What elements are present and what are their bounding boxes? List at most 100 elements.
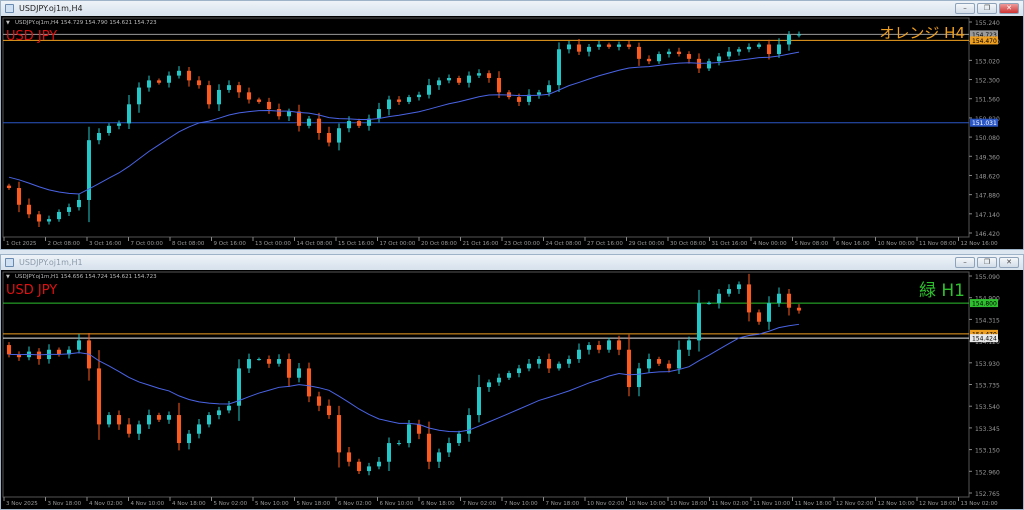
candle-bullish (447, 443, 451, 453)
time-tick-label: 5 Nov 10:00 (255, 501, 289, 507)
candle-bullish (117, 123, 121, 126)
price-tick-label: 147.880 (975, 193, 1000, 200)
time-tick-label: 4 Nov 02:00 (89, 501, 123, 507)
price-tick-label: 150.080 (975, 135, 1000, 142)
candle-bullish (557, 49, 561, 86)
time-tick-label: 13 Oct 00:00 (255, 241, 291, 247)
moving-average-line (8, 323, 800, 433)
price-tick-label: 153.345 (975, 426, 1000, 433)
chart-info: USDJPY.oj1m,H1 154.656 154.724 154.621 1… (15, 274, 157, 280)
window-titlebar[interactable]: USDJPY.oj1m,H1 – ❐ ✕ (1, 255, 1023, 270)
candle-bearish (287, 359, 291, 378)
candle-bullish (347, 121, 351, 129)
candle-bullish (307, 118, 311, 126)
candle-bearish (747, 284, 751, 313)
candle-bullish (167, 75, 171, 83)
candle-bullish (377, 461, 381, 467)
candle-bullish (217, 89, 221, 105)
symbol-label: USD JPY (6, 29, 57, 44)
candle-bearish (327, 405, 331, 416)
close-button[interactable]: ✕ (999, 257, 1019, 268)
close-button[interactable]: ✕ (999, 3, 1019, 14)
time-tick-label: 21 Oct 16:00 (463, 241, 499, 247)
candle-bearish (117, 415, 121, 425)
price-chart[interactable]: 155.240153.760153.020152.300151.560150.8… (1, 16, 1023, 249)
candle-bearish (517, 97, 521, 102)
chart-window-icon (5, 258, 14, 267)
candle-bullish (57, 211, 61, 220)
price-level-label: 154.470 (972, 38, 997, 45)
candle-bullish (607, 340, 611, 350)
time-tick-label: 7 Oct 00:00 (131, 241, 164, 247)
candle-bullish (537, 92, 541, 95)
candle-bullish (387, 99, 391, 110)
minimize-button[interactable]: – (955, 3, 975, 14)
collapse-arrow-icon: ▼ (6, 274, 10, 280)
restore-button[interactable]: ❐ (977, 257, 997, 268)
time-tick-label: 12 Nov 10:00 (878, 501, 916, 507)
candle-bullish (737, 284, 741, 290)
candle-bearish (347, 452, 351, 462)
plot-border (2, 17, 970, 238)
candle-bullish (477, 387, 481, 416)
candle-bullish (787, 34, 791, 45)
candle-bullish (527, 363, 531, 369)
candle-bullish (707, 61, 711, 69)
candle-bullish (427, 85, 431, 95)
time-tick-label: 8 Oct 08:00 (172, 241, 205, 247)
time-tick-label: 6 Nov 10:00 (380, 501, 414, 507)
candle-bullish (647, 359, 651, 369)
candle-bullish (567, 359, 571, 364)
candle-bearish (267, 359, 271, 364)
candle-bearish (607, 44, 611, 47)
candle-bearish (57, 349, 61, 355)
time-tick-label: 27 Oct 16:00 (587, 241, 623, 247)
candle-bullish (207, 415, 211, 425)
candle-bullish (477, 73, 481, 76)
candle-bearish (157, 415, 161, 420)
candle-bearish (417, 424, 421, 434)
time-tick-label: 11 Nov 10:00 (753, 501, 791, 507)
candle-bearish (177, 415, 181, 444)
candle-bullish (757, 44, 761, 47)
time-tick-label: 31 Oct 16:00 (712, 241, 748, 247)
candle-bearish (207, 85, 211, 105)
candle-bearish (757, 312, 761, 322)
price-chart[interactable]: 155.090154.900154.315154.120153.930153.7… (1, 270, 1023, 509)
candle-bearish (657, 359, 661, 364)
price-tick-label: 148.620 (975, 173, 1000, 180)
candle-bullish (407, 97, 411, 102)
candle-bullish (667, 51, 671, 55)
candle-bullish (587, 46, 591, 52)
minimize-button[interactable]: – (955, 257, 975, 268)
candle-bearish (427, 433, 431, 462)
restore-button[interactable]: ❐ (977, 3, 997, 14)
candle-bullish (137, 424, 141, 434)
time-tick-label: 11 Nov 02:00 (712, 501, 750, 507)
time-tick-label: 2 Oct 08:00 (48, 241, 81, 247)
time-tick-label: 3 Oct 16:00 (89, 241, 122, 247)
candle-bullish (67, 207, 71, 212)
price-tick-label: 152.300 (975, 78, 1000, 85)
time-tick-label: 7 Nov 02:00 (463, 501, 497, 507)
chart-window-h1[interactable]: USDJPY.oj1m,H1 –❐✕ 155.090154.900154.315… (0, 254, 1024, 510)
time-tick-label: 10 Nov 02:00 (587, 501, 625, 507)
window-titlebar[interactable]: USDJPY.oj1m,H4 – ❐ ✕ (1, 1, 1023, 16)
candle-bearish (457, 77, 461, 83)
time-tick-label: 4 Nov 10:00 (131, 501, 165, 507)
candle-bullish (437, 452, 441, 462)
candle-bullish (687, 340, 691, 350)
candle-bullish (407, 424, 411, 444)
candle-bullish (717, 56, 721, 62)
price-level-label: 154.800 (972, 301, 997, 308)
candle-bearish (767, 44, 771, 55)
price-tick-label: 153.540 (975, 404, 1000, 411)
chart-window-h4[interactable]: USDJPY.oj1m,H4 –❐✕ 155.240153.760153.020… (0, 0, 1024, 250)
candle-bullish (337, 128, 341, 143)
time-tick-label: 29 Oct 00:00 (629, 241, 665, 247)
candle-bullish (737, 49, 741, 52)
price-tick-label: 147.140 (975, 212, 1000, 219)
candle-bearish (27, 204, 31, 215)
time-tick-label: 30 Oct 08:00 (670, 241, 706, 247)
candle-bearish (7, 185, 11, 189)
